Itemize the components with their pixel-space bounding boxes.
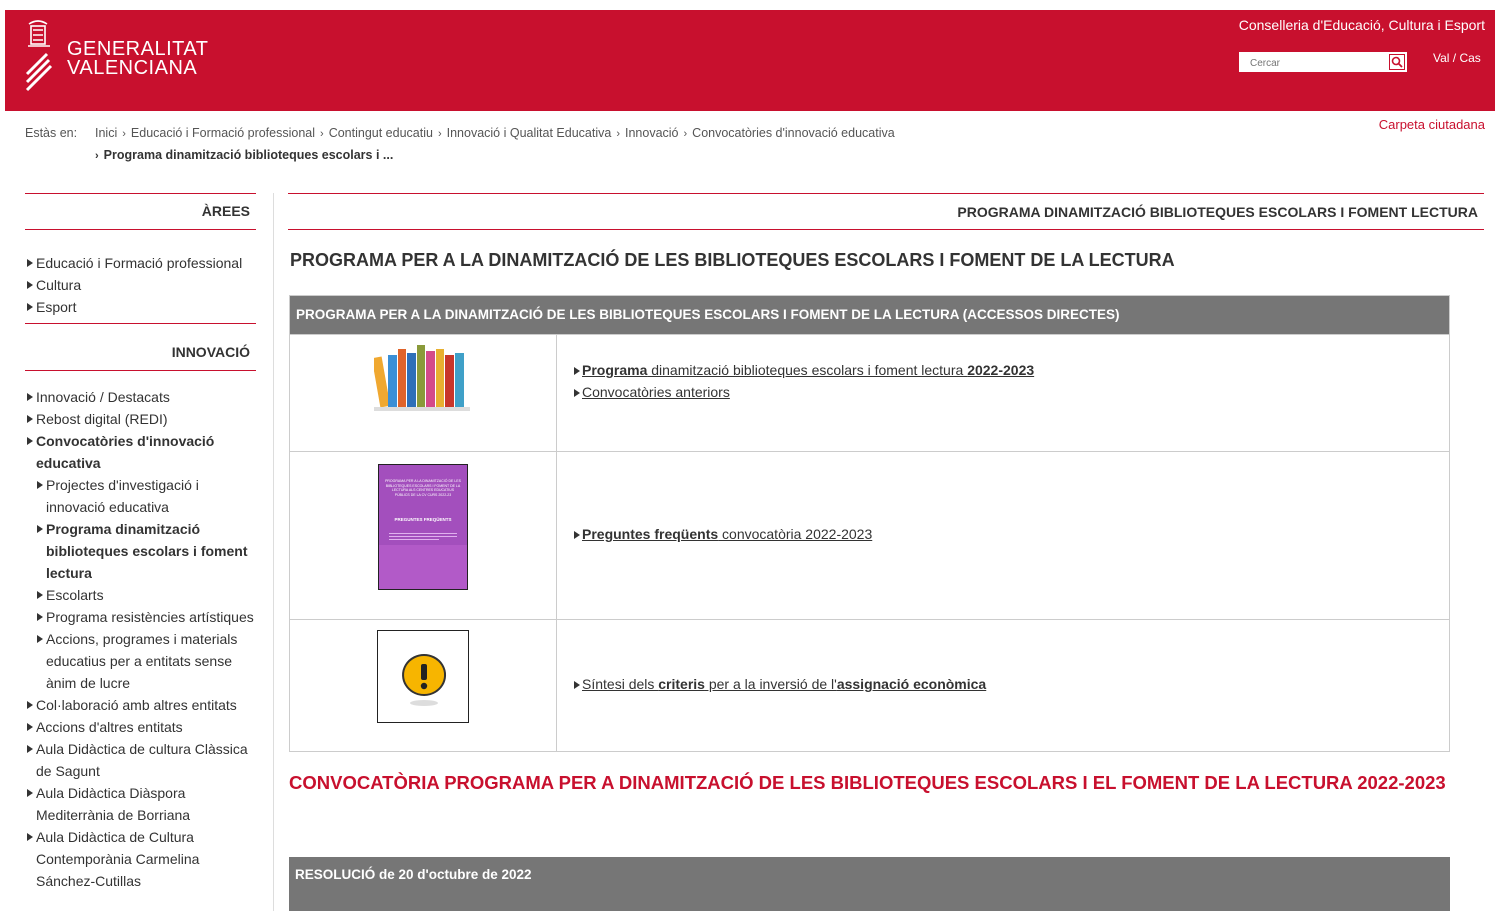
breadcrumb-item-inici[interactable]: Inici	[95, 126, 117, 140]
sidebar-item-aula-contemporania[interactable]: Aula Didàctica de Cultura Contemporània …	[25, 826, 256, 892]
breadcrumb-item-innovacio[interactable]: Innovació	[625, 126, 679, 140]
table-row: Programa dinamització biblioteques escol…	[290, 334, 1449, 452]
convocatoria-heading: CONVOCATÒRIA PROGRAMA PER A DINAMITZACIÓ…	[289, 772, 1446, 793]
breadcrumb-separator-icon: ›	[95, 150, 99, 162]
thumbnail-line	[389, 539, 439, 540]
sintesi-criteris-link[interactable]: Síntesi dels criteris per a la inversió …	[582, 676, 986, 692]
link-text: Síntesi dels	[582, 676, 659, 692]
breadcrumb-item-educacio[interactable]: Educació i Formació professional	[131, 126, 315, 140]
link-bold-text: Programa	[582, 362, 648, 378]
breadcrumb-separator-icon: ›	[683, 128, 688, 140]
warning-thumbnail[interactable]	[377, 630, 469, 723]
sidebar-item-cultura[interactable]: Cultura	[25, 274, 256, 296]
sidebar-item-accions-altres[interactable]: Accions d'altres entitats	[25, 716, 256, 738]
page-title: PROGRAMA PER A LA DINAMITZACIÓ DE LES BI…	[290, 250, 1175, 270]
sidebar-item-collaboracio[interactable]: Col·laboració amb altres entitats	[25, 694, 256, 716]
sidebar-item-aula-borriana[interactable]: Aula Didàctica Diàspora Mediterrània de …	[25, 782, 256, 826]
search-box	[1239, 52, 1407, 72]
sidebar-item-projectes[interactable]: Projectes d'investigació i innovació edu…	[25, 474, 256, 518]
sidebar-item-esport[interactable]: Esport	[25, 296, 256, 318]
sidebar: ÀREES Educació i Formació professional C…	[25, 193, 256, 892]
breadcrumb: Estàs en: Inici › Educació i Formació profe…	[25, 123, 1025, 167]
faq-document-thumbnail[interactable]: PROGRAMA PER A LA DINAMITZACIÓ DE LES BI…	[378, 464, 468, 590]
breadcrumb-separator-icon: ›	[320, 128, 324, 140]
sidebar-areas-list: Educació i Formació professional Cultura…	[25, 252, 256, 318]
sidebar-heading-arees: ÀREES	[25, 193, 256, 230]
books-icon[interactable]	[374, 341, 470, 417]
link-bold-text: criteris	[658, 676, 705, 692]
logo-line2: VALENCIANA	[67, 57, 198, 79]
language-switch[interactable]: Val / Cas	[1433, 51, 1481, 65]
thumbnail-line	[389, 533, 457, 534]
link-text: dinamització biblioteques escolars i fom…	[647, 362, 968, 378]
search-button[interactable]	[1389, 54, 1405, 70]
programa-2022-link[interactable]: Programa dinamització biblioteques escol…	[582, 362, 1034, 378]
resolucio-bar: RESOLUCIÓ de 20 d'octubre de 2022	[289, 857, 1450, 911]
sidebar-item-educacio[interactable]: Educació i Formació professional	[25, 252, 256, 274]
sidebar-item-rebost[interactable]: Rebost digital (REDI)	[25, 408, 256, 430]
thumbnail-subtitle: PREGUNTES FREQÜENTS	[394, 517, 452, 522]
link-bold-text: Preguntes freqüents	[582, 526, 719, 542]
sidebar-item-escolarts[interactable]: Escolarts	[25, 584, 256, 606]
sidebar-item-aula-sagunt[interactable]: Aula Didàctica de cultura Clàssica de Sa…	[25, 738, 256, 782]
breadcrumb-label: Estàs en:	[25, 126, 78, 140]
table-header: PROGRAMA PER A LA DINAMITZACIÓ DE LES BI…	[290, 296, 1449, 334]
link-text: convocatòria 2022-2023	[718, 526, 873, 542]
breadcrumb-current: Programa dinamització biblioteques escol…	[103, 148, 394, 162]
table-row: Síntesi dels criteris per a la inversió …	[290, 619, 1449, 752]
link-text: per a la inversió de l'	[704, 676, 837, 692]
generalitat-emblem-icon	[25, 20, 53, 92]
sidebar-item-convocatories[interactable]: Convocatòries d'innovació educativa	[25, 430, 256, 474]
row-links: Preguntes freqüents convocatòria 2022-20…	[574, 523, 872, 545]
sidebar-innovacio-list: Innovació / Destacats Rebost digital (RE…	[25, 386, 256, 892]
breadcrumb-item-convocatories[interactable]: Convocatòries d'innovació educativa	[692, 126, 895, 140]
sidebar-item-destacats[interactable]: Innovació / Destacats	[25, 386, 256, 408]
row-links: Síntesi dels criteris per a la inversió …	[574, 673, 986, 695]
link-bold-text: assignació econòmica	[836, 676, 987, 692]
sidebar-divider	[273, 193, 274, 911]
carpeta-ciutadana-link[interactable]: Carpeta ciutadana	[1379, 117, 1485, 132]
breadcrumb-item-innovacio-qualitat[interactable]: Innovació i Qualitat Educativa	[447, 126, 612, 140]
generalitat-wordmark: GENERALITAT VALENCIANA	[67, 39, 208, 79]
sidebar-item-resistencies[interactable]: Programa resistències artístiques	[25, 606, 256, 628]
breadcrumb-separator-icon: ›	[122, 128, 126, 140]
thumbnail-line	[389, 536, 457, 537]
arrow-icon	[574, 531, 580, 539]
conselleria-link[interactable]: Conselleria d'Educació, Cultura i Esport	[1239, 17, 1485, 33]
search-input[interactable]	[1240, 55, 1394, 72]
generalitat-logo[interactable]: GENERALITAT VALENCIANA	[25, 16, 225, 96]
preguntes-frequents-link[interactable]: Preguntes freqüents convocatòria 2022-20…	[582, 526, 872, 542]
section-title: PROGRAMA DINAMITZACIÓ BIBLIOTEQUES ESCOL…	[957, 204, 1478, 220]
row-links: Programa dinamització biblioteques escol…	[574, 359, 1034, 403]
search-icon	[1391, 56, 1403, 68]
exclamation-icon	[402, 654, 447, 706]
arrow-icon	[574, 389, 580, 397]
resolucio-title[interactable]: RESOLUCIÓ de 20 d'octubre de 2022	[295, 867, 532, 882]
direct-access-table: PROGRAMA PER A LA DINAMITZACIÓ DE LES BI…	[289, 295, 1450, 752]
row-image-cell: PROGRAMA PER A LA DINAMITZACIÓ DE LES BI…	[290, 452, 557, 620]
row-image-cell	[290, 335, 557, 452]
sidebar-item-biblioteques[interactable]: Programa dinamització biblioteques escol…	[25, 518, 256, 584]
link-year-text: 2022-2023	[967, 362, 1035, 378]
table-row: PROGRAMA PER A LA DINAMITZACIÓ DE LES BI…	[290, 451, 1449, 620]
thumbnail-title: PROGRAMA PER A LA DINAMITZACIÓ DE LES BI…	[385, 479, 461, 497]
breadcrumb-item-contingut[interactable]: Contingut educatiu	[329, 126, 433, 140]
breadcrumb-separator-icon: ›	[437, 128, 442, 140]
breadcrumb-separator-icon: ›	[616, 128, 620, 140]
convocatories-anteriors-link[interactable]: Convocatòries anteriors	[582, 384, 730, 400]
row-image-cell	[290, 620, 557, 752]
arrow-icon	[574, 367, 580, 375]
sidebar-heading-innovacio: INNOVACIÓ	[25, 323, 256, 371]
site-header: GENERALITAT VALENCIANA Conselleria d'Edu…	[5, 10, 1495, 111]
sidebar-item-accions-programes[interactable]: Accions, programes i materials educatius…	[25, 628, 256, 694]
section-title-bar: PROGRAMA DINAMITZACIÓ BIBLIOTEQUES ESCOL…	[288, 193, 1484, 230]
arrow-icon	[574, 681, 580, 689]
